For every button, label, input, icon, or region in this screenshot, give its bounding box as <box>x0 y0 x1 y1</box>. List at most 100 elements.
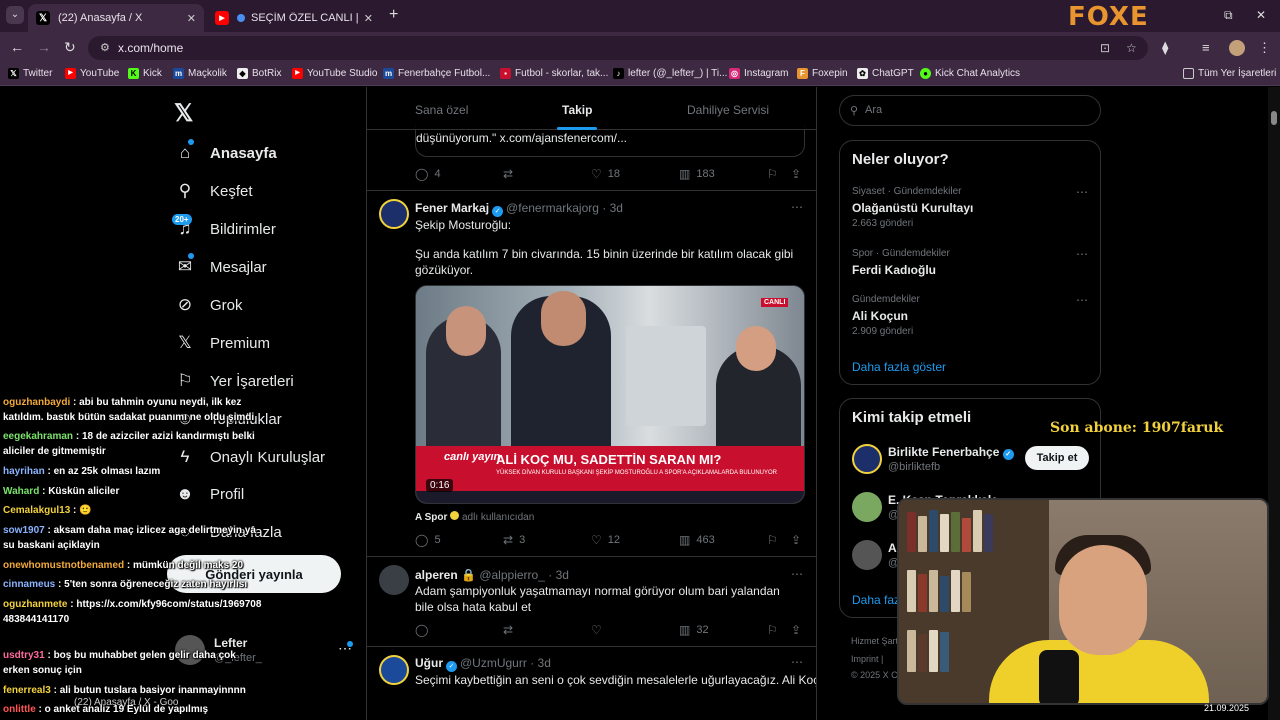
follow-button[interactable]: Takip et <box>1025 446 1089 470</box>
avatar[interactable] <box>379 199 409 229</box>
close-icon[interactable]: ✕ <box>364 12 373 25</box>
bookmark-fenerbahce[interactable]: m Fenerbahçe Futbol... <box>383 68 490 79</box>
author-name[interactable]: alperen <box>415 568 458 582</box>
restore-icon[interactable]: ⧉ <box>1224 8 1233 23</box>
scroll-thumb[interactable] <box>1271 111 1277 125</box>
reply-icon: ◯ <box>415 533 429 547</box>
bookmark-mackolik[interactable]: m Maçkolik <box>173 68 227 79</box>
star-icon[interactable]: ☆ <box>1126 41 1137 55</box>
avatar[interactable] <box>379 655 409 685</box>
bookmark-button[interactable]: ⚐ <box>767 533 784 547</box>
taskbar-window-label[interactable]: (22) Anasayfa / X - Goo <box>74 697 179 708</box>
nav-explore[interactable]: ⚲ Keşfet <box>174 181 253 201</box>
more-icon[interactable]: ⋯ <box>791 567 803 581</box>
share-button[interactable]: ⇪ <box>791 533 807 547</box>
more-icon[interactable]: ⋯ <box>1076 293 1088 307</box>
bookmark-button[interactable]: ⚐ <box>767 167 784 181</box>
more-icon[interactable]: ⋯ <box>791 655 803 669</box>
browser-profile-avatar[interactable] <box>1229 40 1245 56</box>
bookmark-botrix[interactable]: ◆ BotRix <box>237 68 281 79</box>
install-app-icon[interactable]: ⊡ <box>1100 41 1110 55</box>
author-name[interactable]: Fener Markaj <box>415 201 489 215</box>
reply-button[interactable]: ◯ 4 <box>415 167 441 181</box>
foxe-watermark: FOXE <box>1068 2 1149 32</box>
tab-following[interactable]: Takip <box>562 103 592 117</box>
video-source[interactable]: A Spor adlı kullanıcıdan <box>415 511 534 523</box>
tab-youtube-live[interactable]: ▶ SEÇİM ÖZEL CANLI | Kulübü ✕ <box>207 4 381 32</box>
tweet-time[interactable]: 3d <box>538 656 551 670</box>
menu-dots-icon[interactable]: ⋮ <box>1258 40 1271 56</box>
bookmark-kick-chat[interactable]: ● Kick Chat Analytics <box>920 68 1020 79</box>
tweet-time[interactable]: 3d <box>610 201 623 215</box>
close-window-icon[interactable]: ✕ <box>1256 8 1266 22</box>
author-handle[interactable]: @UzmUgurr <box>460 656 527 670</box>
reply-button[interactable]: ◯ 5 <box>415 533 441 547</box>
footer-link[interactable]: Hizmet Şart <box>851 636 898 646</box>
more-icon[interactable]: ⋯ <box>1076 185 1088 199</box>
trend-name[interactable]: Ferdi Kadıoğlu <box>852 263 936 277</box>
tweet-time[interactable]: 3d <box>556 568 569 582</box>
bookmark-button[interactable]: ⚐ <box>767 623 784 637</box>
trend-name[interactable]: Olağanüstü Kurultayı <box>852 201 973 215</box>
bookmark-all[interactable]: Tüm Yer İşaretleri <box>1183 68 1276 79</box>
back-icon[interactable]: ← <box>10 39 24 55</box>
site-info-icon[interactable]: ⚙ <box>100 41 110 54</box>
avatar[interactable] <box>852 444 882 474</box>
search-box[interactable]: ⚲ Ara <box>839 95 1101 126</box>
x-logo-icon[interactable]: 𝕏 <box>174 99 193 128</box>
footer-link[interactable]: Imprint | <box>851 654 883 664</box>
views-button[interactable]: ▥ 183 <box>679 167 715 181</box>
bookmark-foxepin[interactable]: F Foxepin <box>797 68 848 79</box>
share-button[interactable]: ⇪ <box>791 623 807 637</box>
nav-bookmarks[interactable]: ⚐ Yer İşaretleri <box>174 371 293 391</box>
avatar[interactable] <box>852 540 882 570</box>
bookmark-chatgpt[interactable]: ✿ ChatGPT <box>857 68 914 79</box>
media-controls-icon[interactable]: ≡ <box>1202 40 1210 55</box>
author-name[interactable]: Uğur <box>415 656 443 670</box>
like-button[interactable]: ♡ 12 <box>591 533 620 547</box>
bookmark-kick[interactable]: K Kick <box>128 68 162 79</box>
like-button[interactable]: ♡ <box>591 623 608 637</box>
avatar[interactable] <box>379 565 409 595</box>
bookmark-youtube-studio[interactable]: ▶ YouTube Studio <box>292 68 377 79</box>
scrollbar[interactable] <box>1268 87 1280 720</box>
wtf-name[interactable]: A <box>888 541 897 555</box>
views-button[interactable]: ▥ 32 <box>679 623 709 637</box>
nav-grok[interactable]: ⊘ Grok <box>174 295 243 315</box>
nav-premium[interactable]: 𝕏 Premium <box>174 333 270 353</box>
forward-icon[interactable]: → <box>37 39 51 55</box>
bookmark-tiktok[interactable]: ♪ lefter (@_lefter_) | Ti... <box>613 68 727 79</box>
bookmark-instagram[interactable]: ◎ Instagram <box>729 68 788 79</box>
tweet-video[interactable]: CANLI ALİ KOÇ MU, SADETTİN SARAN MI? YÜK… <box>415 285 805 504</box>
retweet-button[interactable]: ⇄ <box>503 623 519 637</box>
retweet-button[interactable]: ⇄ <box>503 167 519 181</box>
extensions-icon[interactable]: ⧫ <box>1162 40 1168 56</box>
like-button[interactable]: ♡ 18 <box>591 167 620 181</box>
nav-messages[interactable]: ✉ Mesajlar <box>174 257 267 277</box>
url-bar[interactable]: ⚙ x.com/home ⊡ ☆ <box>88 36 1148 60</box>
tab-for-you[interactable]: Sana özel <box>415 103 468 117</box>
show-more-link[interactable]: Daha fazla göster <box>852 360 946 374</box>
trend-name[interactable]: Ali Koçun <box>852 309 908 323</box>
more-icon[interactable]: ⋯ <box>1076 247 1088 261</box>
views-button[interactable]: ▥ 463 <box>679 533 715 547</box>
retweet-button[interactable]: ⇄ 3 <box>503 533 525 547</box>
close-icon[interactable]: ✕ <box>187 12 196 25</box>
more-icon[interactable]: ⋯ <box>791 200 803 214</box>
new-tab-button[interactable]: + <box>389 6 398 24</box>
tab-x-home[interactable]: 𝕏 (22) Anasayfa / X ✕ <box>28 4 204 32</box>
bookmark-futbol[interactable]: ▪ Futbol - skorlar, tak... <box>500 68 608 79</box>
tab-list[interactable]: Dahiliye Servisi <box>687 103 769 117</box>
share-button[interactable]: ⇪ <box>791 167 807 181</box>
wtf-name[interactable]: Birlikte Fenerbahçe ✓ <box>888 445 1014 460</box>
author-handle[interactable]: @alppierro_ <box>479 568 545 582</box>
avatar[interactable] <box>852 492 882 522</box>
reload-icon[interactable]: ↻ <box>64 39 76 56</box>
nav-home[interactable]: ⌂ Anasayfa <box>174 143 277 163</box>
show-more-link[interactable]: Daha faz <box>852 593 900 607</box>
reply-button[interactable]: ◯ <box>415 623 434 637</box>
bookmark-twitter[interactable]: 𝕏 Twitter <box>8 68 52 79</box>
tab-search-button[interactable]: ⌄ <box>6 6 24 24</box>
bookmark-youtube[interactable]: ▶ YouTube <box>65 68 119 79</box>
author-handle[interactable]: @fenermarkajorg <box>506 201 599 215</box>
